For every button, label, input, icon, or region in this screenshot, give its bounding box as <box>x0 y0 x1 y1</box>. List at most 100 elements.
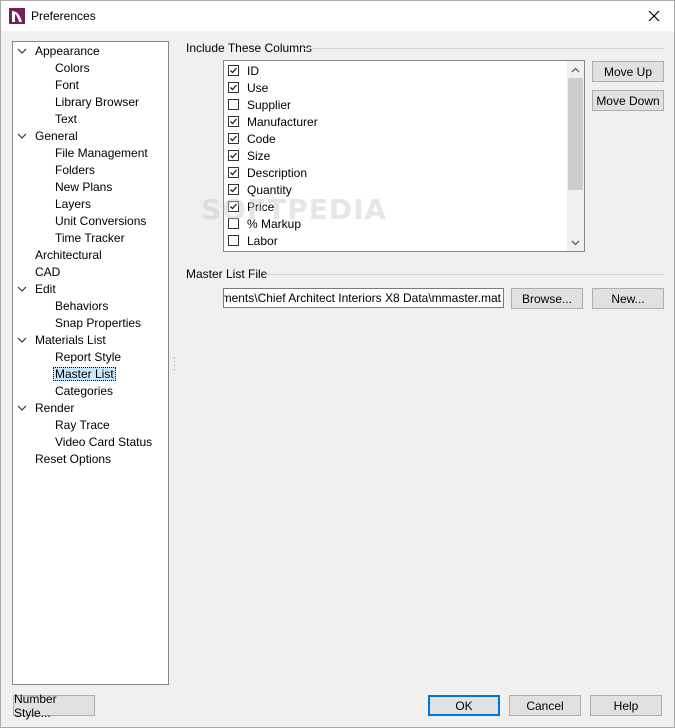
column-checkbox-row[interactable]: Supplier <box>228 96 291 113</box>
tree-item[interactable]: Reset Options <box>33 451 113 468</box>
scroll-up-button[interactable] <box>567 61 584 78</box>
chevron-down-icon[interactable] <box>17 335 27 345</box>
checkbox[interactable] <box>228 218 239 229</box>
tree-item[interactable]: Library Browser <box>53 94 141 111</box>
checkmark-icon <box>230 169 237 176</box>
checkmark-icon <box>230 84 237 91</box>
checkmark-icon <box>230 186 237 193</box>
column-label: ID <box>247 63 259 78</box>
checkmark-icon <box>230 118 237 125</box>
column-checkbox-row[interactable]: % Markup <box>228 215 301 232</box>
tree-item-label: Categories <box>55 384 114 398</box>
preferences-tree[interactable]: Appearance Colors Font Library Browser Text G… <box>12 41 169 685</box>
tree-item[interactable]: Behaviors <box>53 298 110 315</box>
tree-item-label: Reset Options <box>35 452 112 466</box>
tree-item-label: Appearance <box>35 44 100 58</box>
tree-item[interactable]: Edit <box>17 281 58 298</box>
column-checkbox-row[interactable]: Manufacturer <box>228 113 318 130</box>
tree-item[interactable]: Layers <box>53 196 93 213</box>
chevron-down-icon <box>571 240 580 245</box>
checkbox[interactable] <box>228 167 239 178</box>
tree-item[interactable]: Colors <box>53 60 92 77</box>
tree-item[interactable]: Categories <box>53 383 115 400</box>
checkbox[interactable] <box>228 201 239 212</box>
column-label: Quantity <box>247 182 292 197</box>
tree-item-label: Folders <box>55 163 96 177</box>
column-label: Labor <box>247 233 278 248</box>
chevron-down-icon[interactable] <box>17 131 27 141</box>
tree-item[interactable]: Folders <box>53 162 97 179</box>
number-style-button[interactable]: Number Style... <box>13 692 95 720</box>
master-list-path-input[interactable]: \Documents\Chief Architect Interiors X8 … <box>223 288 504 308</box>
help-button[interactable]: Help <box>590 695 662 716</box>
column-checkbox-row[interactable]: Price <box>228 198 274 215</box>
checkbox[interactable] <box>228 116 239 127</box>
scroll-thumb[interactable] <box>568 78 583 190</box>
column-label: Code <box>247 131 276 146</box>
column-checkbox-row[interactable]: Labor <box>228 232 278 249</box>
checkbox[interactable] <box>228 133 239 144</box>
chevron-down-icon[interactable] <box>17 284 27 294</box>
column-checkbox-row[interactable]: Size <box>228 147 270 164</box>
chevron-down-icon[interactable] <box>17 403 27 413</box>
master-list-path-value: \Documents\Chief Architect Interiors X8 … <box>224 291 501 305</box>
tree-item-label: Report Style <box>55 350 122 364</box>
tree-item[interactable]: Text <box>53 111 79 128</box>
checkmark-icon <box>230 135 237 142</box>
move-down-button[interactable]: Move Down <box>592 90 664 111</box>
tree-item[interactable]: Report Style <box>53 349 123 366</box>
column-checkbox-row[interactable]: Quantity <box>228 181 292 198</box>
new-button[interactable]: New... <box>592 288 664 309</box>
checkbox[interactable] <box>228 150 239 161</box>
tree-item-label: Architectural <box>35 248 102 262</box>
tree-item[interactable]: File Management <box>53 145 150 162</box>
tree-item[interactable]: Font <box>53 77 81 94</box>
preferences-dialog: Preferences Appearance Colors Font Library … <box>0 0 675 728</box>
tree-item[interactable]: General <box>17 128 80 145</box>
splitter-handle[interactable] <box>173 356 176 372</box>
chevron-down-icon[interactable] <box>17 46 27 56</box>
tree-item-label: Text <box>55 112 78 126</box>
tree-item[interactable]: Unit Conversions <box>53 213 148 230</box>
columns-checklist[interactable]: ID Use Supplier Manufacturer Code Size Descrip… <box>223 60 585 252</box>
tree-item-label: Render <box>35 401 75 415</box>
column-label: Price <box>247 199 275 214</box>
checkbox[interactable] <box>228 184 239 195</box>
column-checkbox-row[interactable]: Code <box>228 130 276 147</box>
ok-button[interactable]: OK <box>428 695 500 716</box>
browse-button[interactable]: Browse... <box>511 288 583 309</box>
tree-item[interactable]: Master List <box>53 366 116 383</box>
tree-item-label: Master List <box>53 367 116 381</box>
column-label: Size <box>247 148 271 163</box>
tree-item[interactable]: Ray Trace <box>53 417 112 434</box>
checkbox[interactable] <box>228 82 239 93</box>
chevron-up-icon <box>571 67 580 72</box>
tree-item[interactable]: New Plans <box>53 179 114 196</box>
checkbox[interactable] <box>228 235 239 246</box>
checkbox[interactable] <box>228 99 239 110</box>
group-divider <box>303 48 665 49</box>
chief-architect-app-icon <box>9 8 25 24</box>
tree-item[interactable]: CAD <box>33 264 62 281</box>
tree-item[interactable]: Video Card Status <box>53 434 154 451</box>
tree-item[interactable]: Architectural <box>33 247 104 264</box>
column-checkbox-row[interactable]: Description <box>228 164 307 181</box>
tree-item-label: Unit Conversions <box>55 214 147 228</box>
tree-item[interactable]: Snap Properties <box>53 315 143 332</box>
tree-item[interactable]: Render <box>17 400 76 417</box>
tree-item[interactable]: Time Tracker <box>53 230 127 247</box>
tree-item[interactable]: Materials List <box>17 332 108 349</box>
column-checkbox-row[interactable]: ID <box>228 62 259 79</box>
cancel-button[interactable]: Cancel <box>509 695 581 716</box>
tree-item-label: Video Card Status <box>55 435 153 449</box>
columns-scrollbar[interactable] <box>567 61 584 251</box>
tree-item-label: Behaviors <box>55 299 109 313</box>
column-checkbox-row[interactable]: Use <box>228 79 268 96</box>
close-button[interactable] <box>634 1 674 31</box>
scroll-down-button[interactable] <box>567 234 584 251</box>
checkbox[interactable] <box>228 65 239 76</box>
close-icon <box>648 10 660 22</box>
tree-item[interactable]: Appearance <box>17 43 102 60</box>
column-label: % Markup <box>247 216 302 231</box>
move-up-button[interactable]: Move Up <box>592 61 664 82</box>
